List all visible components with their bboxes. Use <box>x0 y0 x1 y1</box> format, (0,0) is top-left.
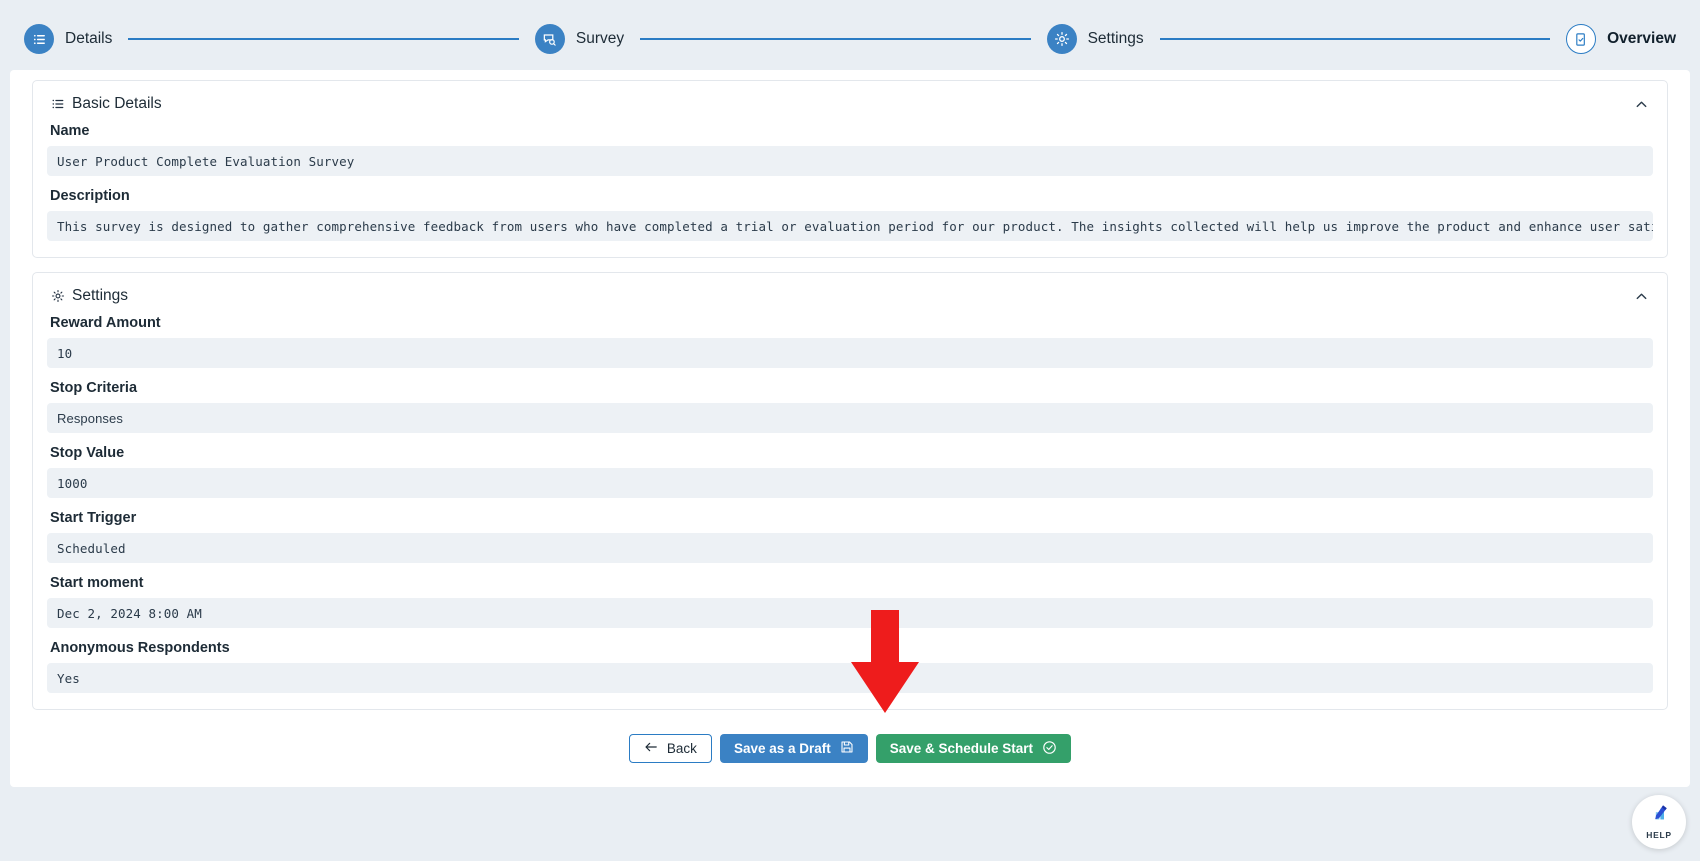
help-chart-icon <box>1648 804 1670 829</box>
step-settings[interactable]: Settings <box>1046 24 1144 54</box>
help-widget-label: HELP <box>1646 830 1672 840</box>
help-widget[interactable]: HELP <box>1632 795 1686 849</box>
step-label-survey: Survey <box>575 30 625 47</box>
field-reward-amount: Reward Amount 10 <box>47 315 1653 368</box>
stepper-connector-1 <box>128 38 519 40</box>
field-value-name: User Product Complete Evaluation Survey <box>47 146 1653 176</box>
field-label: Anonymous Respondents <box>50 640 230 656</box>
settings-header[interactable]: Settings <box>33 273 1667 315</box>
back-button[interactable]: Back <box>628 734 712 763</box>
field-description: Description This survey is designed to g… <box>47 188 1653 241</box>
save-disk-icon <box>840 740 854 757</box>
check-circle-icon <box>1042 740 1057 758</box>
chevron-up-icon[interactable] <box>1634 97 1649 112</box>
field-value-start-moment: Dec 2, 2024 8:00 AM <box>47 598 1653 628</box>
field-stop-criteria: Stop Criteria Responses <box>47 380 1653 433</box>
field-start-trigger: Start Trigger Scheduled <box>47 510 1653 563</box>
arrow-left-icon <box>644 741 658 756</box>
field-label: Start moment <box>50 575 144 591</box>
save-and-schedule-start-button[interactable]: Save & Schedule Start <box>875 734 1072 763</box>
settings-card: Settings Reward Amount 10 Stop Criteria … <box>32 272 1668 710</box>
basic-details-body: Name User Product Complete Evaluation Su… <box>33 123 1667 257</box>
basic-details-title: Basic Details <box>72 95 162 112</box>
basic-details-header[interactable]: Basic Details <box>33 81 1667 123</box>
footer-actions: Back Save as a Draft Save & Schedule Sta… <box>10 724 1690 785</box>
basic-details-card: Basic Details Name User Product Complete… <box>32 80 1668 258</box>
field-label: Start Trigger <box>50 510 137 526</box>
field-value-description: This survey is designed to gather compre… <box>47 211 1653 241</box>
step-overview[interactable]: Overview <box>1566 24 1676 54</box>
step-details[interactable]: Details <box>24 24 112 54</box>
save-as-draft-button[interactable]: Save as a Draft <box>719 734 868 763</box>
field-value-start-trigger: Scheduled <box>47 533 1653 563</box>
content-panel: Basic Details Name User Product Complete… <box>10 70 1690 787</box>
field-label: Stop Criteria <box>50 380 138 396</box>
chevron-up-icon[interactable] <box>1634 289 1649 304</box>
field-anonymous-respondents: Anonymous Respondents Yes <box>47 640 1653 693</box>
step-label-details: Details <box>65 30 113 47</box>
back-button-label: Back <box>666 741 697 756</box>
overview-step-page: Details Survey Settings Overview Basic D… <box>0 0 1700 861</box>
field-label: Name <box>50 123 90 139</box>
survey-search-icon <box>534 24 565 54</box>
save-as-draft-label: Save as a Draft <box>733 741 831 756</box>
gear-icon <box>1046 24 1077 54</box>
field-value-reward-amount: 10 <box>47 338 1653 368</box>
settings-body: Reward Amount 10 Stop Criteria Responses… <box>33 315 1667 709</box>
field-value-stop-value: 1000 <box>47 468 1653 498</box>
field-stop-value: Stop Value 1000 <box>47 445 1653 498</box>
step-survey[interactable]: Survey <box>534 24 625 54</box>
list-icon <box>24 24 54 54</box>
field-name: Name User Product Complete Evaluation Su… <box>47 123 1653 176</box>
save-and-schedule-start-label: Save & Schedule Start <box>889 741 1034 756</box>
gear-icon <box>51 289 65 303</box>
document-check-icon <box>1566 24 1597 54</box>
field-start-moment: Start moment Dec 2, 2024 8:00 AM <box>47 575 1653 628</box>
stepper-connector-3 <box>1159 38 1551 40</box>
settings-title: Settings <box>72 287 129 304</box>
stepper-connector-2 <box>640 38 1031 40</box>
wizard-stepper: Details Survey Settings Overview <box>10 8 1690 70</box>
step-label-overview: Overview <box>1607 30 1676 47</box>
list-icon <box>51 97 65 111</box>
step-label-settings: Settings <box>1087 30 1144 47</box>
field-value-anonymous-respondents: Yes <box>47 663 1653 693</box>
field-label: Description <box>50 188 130 204</box>
field-label: Stop Value <box>50 445 125 461</box>
field-value-stop-criteria: Responses <box>47 403 1653 433</box>
field-label: Reward Amount <box>50 315 161 331</box>
